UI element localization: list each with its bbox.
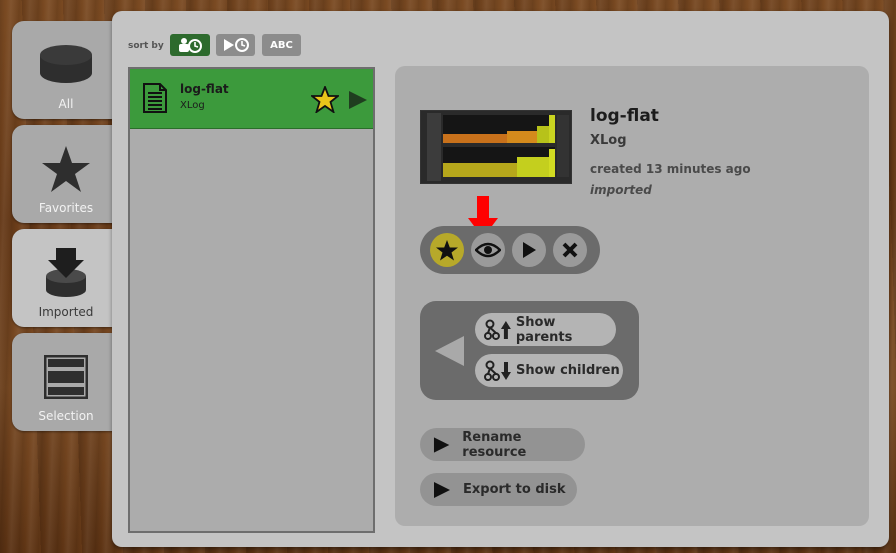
list-item-name: log-flat bbox=[180, 82, 229, 96]
list-item[interactable]: log-flat XLog bbox=[130, 69, 373, 129]
tab-label: Selection bbox=[38, 409, 94, 423]
rename-resource-label: Rename resource bbox=[462, 429, 527, 460]
play-icon bbox=[434, 481, 450, 498]
show-parents-button[interactable]: Show parents bbox=[475, 313, 616, 346]
play-icon bbox=[523, 242, 536, 258]
favorite-button[interactable] bbox=[430, 233, 464, 267]
parents-icon bbox=[484, 319, 511, 340]
play-clock-icon bbox=[223, 38, 249, 52]
show-children-button[interactable]: Show children bbox=[475, 354, 623, 387]
star-icon bbox=[436, 239, 458, 260]
back-triangle-icon[interactable] bbox=[434, 335, 466, 367]
play-icon[interactable] bbox=[348, 90, 368, 110]
export-to-disk-button[interactable]: Export to disk bbox=[420, 473, 577, 506]
play-icon bbox=[433, 436, 450, 453]
import-icon bbox=[38, 245, 94, 301]
tab-all[interactable]: All bbox=[12, 21, 120, 119]
resource-title: log-flat bbox=[590, 106, 659, 126]
close-icon bbox=[562, 242, 578, 258]
delete-button[interactable] bbox=[553, 233, 587, 267]
sort-label: sort by bbox=[128, 41, 164, 51]
selection-icon bbox=[38, 349, 94, 405]
star-icon bbox=[38, 141, 94, 197]
document-icon bbox=[143, 83, 167, 113]
rename-resource-button[interactable]: Rename resource bbox=[420, 428, 585, 461]
sort-alphabetical-button[interactable]: ABC bbox=[262, 34, 301, 56]
list-item-type: XLog bbox=[180, 100, 205, 111]
person-clock-icon bbox=[179, 38, 202, 53]
sort-by-creation-button[interactable] bbox=[170, 34, 210, 56]
database-icon bbox=[38, 37, 94, 93]
resource-status: imported bbox=[590, 183, 652, 197]
tab-label: Favorites bbox=[38, 201, 94, 215]
tab-label: Imported bbox=[38, 305, 94, 319]
play-button[interactable] bbox=[512, 233, 546, 267]
resource-list: log-flat XLog bbox=[128, 67, 375, 533]
resource-thumbnail bbox=[420, 110, 572, 184]
resource-panel: sort by ABC log-flat XLog log-flat XLog … bbox=[112, 11, 889, 547]
tab-imported[interactable]: Imported bbox=[12, 229, 120, 327]
action-bar bbox=[420, 226, 600, 274]
children-icon bbox=[484, 360, 511, 381]
eye-icon bbox=[475, 242, 501, 258]
view-button[interactable] bbox=[471, 233, 505, 267]
favorite-star-icon[interactable] bbox=[311, 86, 339, 113]
relations-box: Show parents Show children bbox=[420, 301, 639, 400]
tab-selection[interactable]: Selection bbox=[12, 333, 120, 431]
resource-detail: log-flat XLog created 13 minutes ago imp… bbox=[395, 66, 869, 526]
show-parents-label: Show parents bbox=[515, 314, 573, 345]
tab-favorites[interactable]: Favorites bbox=[12, 125, 120, 223]
export-to-disk-label: Export to disk bbox=[463, 482, 566, 497]
sort-alphabetical-label: ABC bbox=[270, 39, 293, 51]
show-children-label: Show children bbox=[516, 363, 620, 378]
resource-created: created 13 minutes ago bbox=[590, 162, 751, 176]
resource-type: XLog bbox=[590, 133, 627, 148]
sort-by-play-button[interactable] bbox=[216, 34, 255, 56]
tab-label: All bbox=[58, 97, 74, 111]
